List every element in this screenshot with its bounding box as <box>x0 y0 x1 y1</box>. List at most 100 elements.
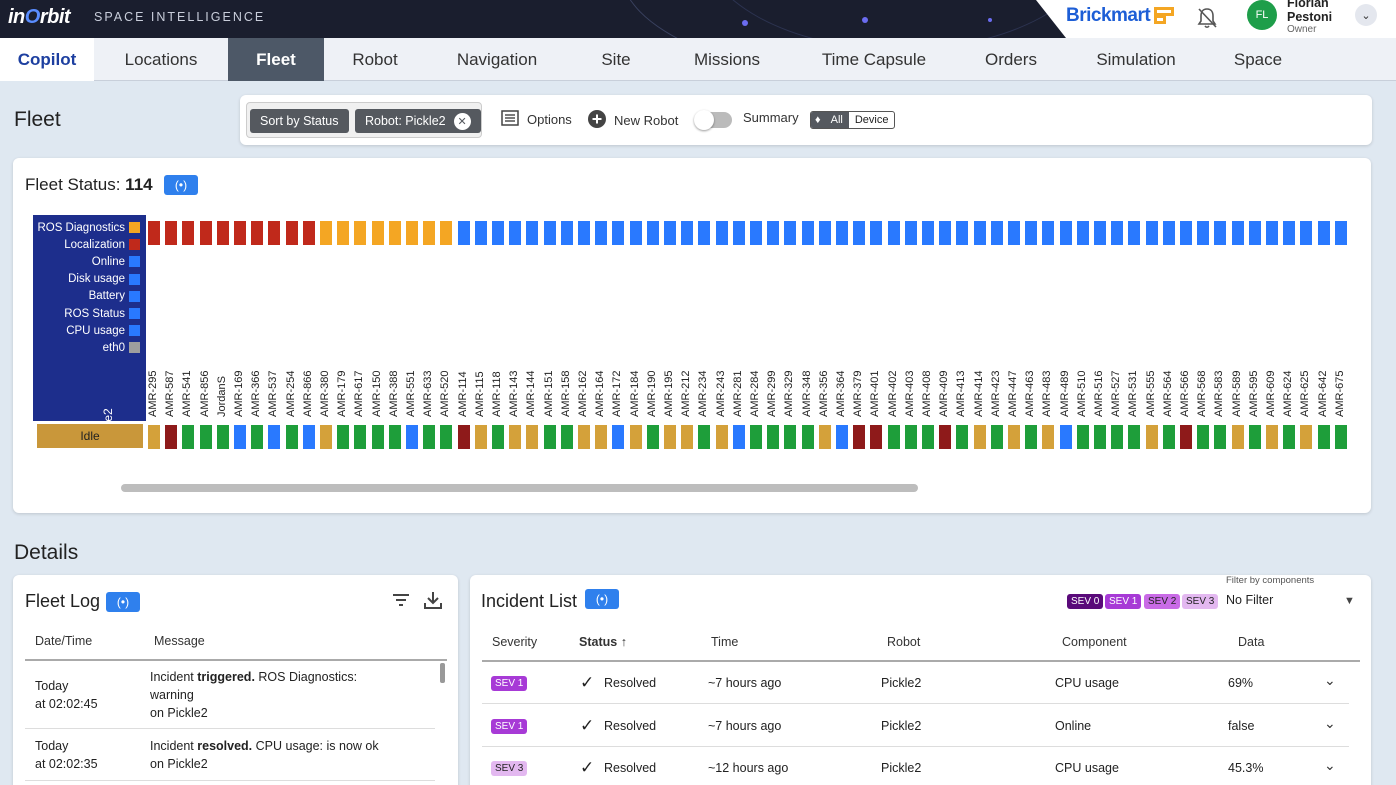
robot-name-label[interactable]: AMR-625 <box>1299 371 1311 417</box>
status-cell[interactable] <box>509 221 522 245</box>
status-cell[interactable] <box>750 221 762 245</box>
vertical-scrollbar[interactable] <box>440 663 445 683</box>
robot-state-cell[interactable] <box>234 425 246 449</box>
robot-state-cell[interactable] <box>474 425 487 449</box>
column-header-message[interactable]: Message <box>154 634 205 648</box>
robot-name-label[interactable]: AMR-364 <box>835 371 847 417</box>
robot-state-cell[interactable] <box>388 425 401 449</box>
robot-state-cell[interactable] <box>251 425 264 449</box>
robot-name-label[interactable]: AMR-531 <box>1127 371 1139 417</box>
robot-state-cell[interactable] <box>664 425 676 449</box>
robot-state-cell[interactable] <box>750 425 762 449</box>
options-button[interactable]: Options <box>501 110 572 129</box>
robot-name-label[interactable]: AMR-348 <box>801 371 813 417</box>
live-broadcast-icon[interactable]: (•) <box>585 589 619 609</box>
status-cell[interactable] <box>285 221 298 245</box>
log-row[interactable]: Today at 02:02:35 Incident resolved. CPU … <box>25 729 435 781</box>
status-cell[interactable] <box>457 221 470 245</box>
robot-name-label[interactable]: AMR-423 <box>990 371 1002 417</box>
robot-name-label[interactable]: AMR-295 <box>147 371 159 417</box>
robot-name-label[interactable]: AMR-284 <box>749 371 761 417</box>
robot-name-label[interactable]: AMR-114 <box>457 371 469 417</box>
robot-name-label[interactable]: AMR-403 <box>904 371 916 417</box>
expand-chevron-icon[interactable]: ⌄ <box>1324 715 1336 732</box>
status-cell[interactable] <box>784 221 797 245</box>
robot-name-label[interactable]: AMR-537 <box>267 371 279 417</box>
status-cell[interactable] <box>578 221 590 245</box>
sort-by-status-chip[interactable]: Sort by Status <box>250 109 349 133</box>
robot-state-cell[interactable] <box>268 425 281 449</box>
tab-navigation[interactable]: Navigation <box>426 38 568 81</box>
status-cell[interactable] <box>1266 221 1278 245</box>
robot-name-label[interactable]: AMR-184 <box>629 371 641 417</box>
robot-state-cell[interactable] <box>646 425 659 449</box>
robot-name-label[interactable]: AMR-568 <box>1196 371 1208 417</box>
expand-chevron-icon[interactable]: ⌄ <box>1324 757 1336 774</box>
summary-toggle[interactable] <box>694 110 732 130</box>
tab-time-capsule[interactable]: Time Capsule <box>790 38 958 81</box>
status-cell[interactable] <box>337 221 350 245</box>
status-cell[interactable] <box>732 221 745 245</box>
status-cell[interactable] <box>320 221 332 245</box>
robot-state-cell[interactable] <box>1042 425 1055 449</box>
robot-name-label[interactable]: AMR-516 <box>1093 371 1105 417</box>
robot-state-cell[interactable] <box>1214 425 1227 449</box>
status-cell[interactable] <box>922 221 934 245</box>
status-cell[interactable] <box>1025 221 1038 245</box>
download-icon[interactable] <box>423 590 443 615</box>
status-cell[interactable] <box>612 221 625 245</box>
status-cell[interactable] <box>1334 221 1347 245</box>
robot-state-cell[interactable] <box>509 425 522 449</box>
robot-name-label[interactable]: AMR-212 <box>680 371 692 417</box>
horizontal-scrollbar[interactable] <box>121 484 918 492</box>
robot-state-cell[interactable] <box>1111 425 1124 449</box>
incident-row[interactable]: SEV 3 ✓ Resolved ~12 hours ago Pickle2 CPU us… <box>482 747 1349 785</box>
robot-name-label[interactable]: AMR-299 <box>766 371 778 417</box>
status-cell[interactable] <box>956 221 969 245</box>
robot-state-cell[interactable] <box>406 425 418 449</box>
status-cell[interactable] <box>1162 221 1175 245</box>
status-cell[interactable] <box>1300 221 1313 245</box>
status-cell[interactable] <box>492 221 504 245</box>
robot-state-cell[interactable] <box>320 425 332 449</box>
status-cell[interactable] <box>148 221 160 245</box>
robot-state-cell[interactable] <box>1145 425 1158 449</box>
status-cell[interactable] <box>664 221 676 245</box>
tab-missions[interactable]: Missions <box>664 38 790 81</box>
status-cell[interactable] <box>1008 221 1020 245</box>
status-cell[interactable] <box>1283 221 1296 245</box>
log-row[interactable]: Today at 02:02:45 Incident triggered. ROS… <box>25 661 435 729</box>
robot-state-cell[interactable] <box>836 425 848 449</box>
robot-name-label[interactable]: AMR-190 <box>646 371 658 417</box>
robot-name-label[interactable]: AMR-583 <box>1213 371 1225 417</box>
robot-state-cell[interactable] <box>973 425 986 449</box>
column-header-time[interactable]: Time <box>711 635 738 649</box>
robot-name-label[interactable]: AMR-566 <box>1179 371 1191 417</box>
status-cell[interactable] <box>681 221 694 245</box>
robot-name-label[interactable]: AMR-162 <box>577 371 589 417</box>
robot-state-cell[interactable] <box>148 425 160 449</box>
robot-state-cell[interactable] <box>801 425 814 449</box>
robot-state-cell[interactable] <box>595 425 608 449</box>
robot-state-cell[interactable] <box>560 425 573 449</box>
robot-state-cell[interactable] <box>1008 425 1020 449</box>
status-cell[interactable] <box>560 221 573 245</box>
robot-state-cell[interactable] <box>681 425 694 449</box>
status-cell[interactable] <box>939 221 952 245</box>
status-cell[interactable] <box>251 221 264 245</box>
robot-state-cell[interactable] <box>1059 425 1072 449</box>
tab-site[interactable]: Site <box>568 38 664 81</box>
segment-all[interactable]: All <box>824 112 849 128</box>
robot-state-cell[interactable] <box>956 425 969 449</box>
robot-state-cell[interactable] <box>337 425 350 449</box>
robot-state-cell[interactable] <box>887 425 900 449</box>
robot-state-cell[interactable] <box>922 425 934 449</box>
incident-row[interactable]: SEV 1 ✓ Resolved ~7 hours ago Pickle2 CPU usa… <box>482 662 1349 704</box>
robot-state-cell[interactable] <box>715 425 728 449</box>
robot-state-cell[interactable] <box>1197 425 1210 449</box>
sev3-filter[interactable]: SEV 3 <box>1182 594 1219 609</box>
tab-simulation[interactable]: Simulation <box>1064 38 1208 81</box>
status-cell[interactable] <box>990 221 1003 245</box>
status-cell[interactable] <box>818 221 831 245</box>
column-header-robot[interactable]: Robot <box>887 635 920 649</box>
